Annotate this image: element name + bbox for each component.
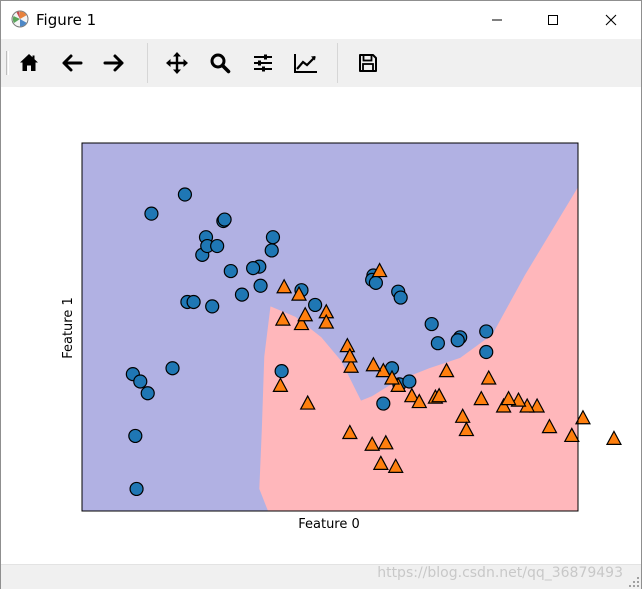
maximize-button[interactable] [530, 1, 576, 39]
data-point-class0 [393, 290, 408, 305]
minimize-button[interactable] [474, 1, 520, 39]
subplots-icon [254, 54, 272, 72]
title-bar[interactable]: Figure 1 [1, 1, 641, 39]
figure-window: Figure 1 Feature 0 Feature 1 https://blo… [0, 0, 642, 589]
data-point-class0 [376, 396, 391, 411]
home-button[interactable] [13, 47, 45, 79]
data-point-class0 [246, 261, 261, 276]
data-point-class0 [253, 278, 268, 293]
toolbar-separator [337, 43, 338, 83]
data-point-class0 [308, 297, 323, 313]
data-point-class0 [217, 212, 232, 227]
data-point-class0 [140, 386, 155, 401]
window-title: Figure 1 [36, 11, 97, 29]
resize-grip-icon[interactable] [629, 577, 639, 587]
status-bar: https://blog.csdn.net/qq_36879493 [1, 564, 641, 589]
data-point-class0 [144, 206, 159, 221]
maximize-icon [548, 15, 558, 25]
forward-arrow-icon [103, 54, 124, 72]
data-point-class0 [128, 428, 143, 444]
navigation-toolbar [1, 39, 641, 87]
data-point-class0 [177, 187, 193, 202]
close-button[interactable] [588, 1, 634, 39]
data-point-class0 [402, 374, 417, 389]
figure-canvas[interactable]: Feature 0 Feature 1 [1, 87, 641, 563]
x-axis-label: Feature 0 [298, 517, 360, 532]
edit-axes-button[interactable] [290, 47, 322, 79]
subplots-button[interactable] [247, 47, 279, 79]
toolbar-grip[interactable] [6, 51, 9, 75]
scatter-plot: Feature 0 Feature 1 [61, 142, 622, 532]
y-axis-label: Feature 1 [61, 297, 76, 359]
data-point-class0 [479, 324, 494, 339]
data-point-class0 [479, 344, 494, 360]
data-point-class0 [424, 316, 439, 332]
close-icon [605, 14, 617, 26]
data-point-class0 [133, 374, 148, 389]
back-arrow-icon [62, 54, 83, 72]
pan-icon [166, 52, 188, 74]
pan-button[interactable] [161, 47, 193, 79]
zoom-icon [210, 53, 231, 74]
data-point-class0 [234, 287, 250, 302]
back-button[interactable] [56, 47, 88, 79]
data-point-class0 [265, 230, 281, 245]
data-point-class0 [274, 364, 289, 379]
save-icon [359, 54, 377, 72]
data-point-class0 [450, 333, 465, 348]
toolbar-separator [147, 43, 148, 83]
data-point-class0 [368, 275, 383, 290]
axes-edit-icon [294, 54, 317, 73]
data-point-class0 [210, 238, 225, 254]
data-point-class0 [186, 294, 201, 310]
forward-button[interactable] [98, 47, 130, 79]
matplotlib-logo-icon [11, 10, 29, 28]
data-point-class0 [165, 361, 180, 376]
home-icon [20, 54, 38, 71]
minimize-icon [492, 19, 502, 21]
watermark-text: https://blog.csdn.net/qq_36879493 [377, 565, 623, 581]
save-button[interactable] [352, 47, 384, 79]
data-point-class0 [205, 299, 220, 314]
data-point-class1 [605, 430, 622, 445]
data-point-class0 [430, 336, 445, 351]
zoom-button[interactable] [204, 47, 236, 79]
data-point-class0 [223, 263, 238, 279]
data-point-class0 [129, 481, 144, 497]
data-point-class0 [264, 243, 279, 258]
